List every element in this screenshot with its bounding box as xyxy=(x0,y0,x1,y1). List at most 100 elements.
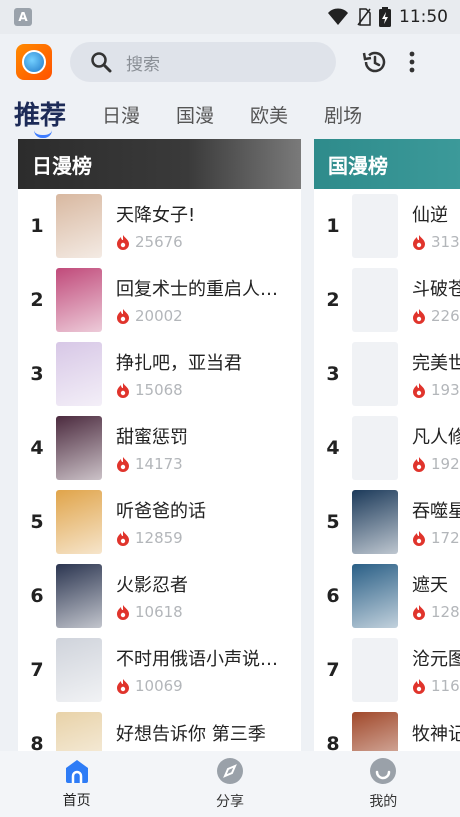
home-icon xyxy=(65,760,88,783)
list-item[interactable]: 4 甜蜜惩罚 14173 xyxy=(18,411,301,485)
cover-image[interactable] xyxy=(352,416,398,480)
list-item[interactable]: 2 回复术士的重启人… 20002 xyxy=(18,263,301,337)
list-item[interactable]: 3 完美世 193 xyxy=(314,337,460,411)
cover-image[interactable] xyxy=(56,638,102,702)
cover-image[interactable] xyxy=(352,194,398,258)
comic-title[interactable]: 火影忍者 xyxy=(116,571,291,597)
heat-value: 10069 xyxy=(135,677,183,695)
comic-title[interactable]: 牧神记 xyxy=(412,720,460,746)
cover-image[interactable] xyxy=(352,490,398,554)
list-item[interactable]: 7 不时用俄语小声说… 10069 xyxy=(18,633,301,707)
cover-image[interactable] xyxy=(56,490,102,554)
item-meta: 好想告诉你 第三季 xyxy=(116,720,291,751)
comic-title[interactable]: 天降女子! xyxy=(116,201,291,227)
rank-number: 5 xyxy=(30,511,44,533)
tab-japanese-comics[interactable]: 日漫 xyxy=(102,101,140,136)
wifi-icon xyxy=(328,8,348,25)
rank-number: 1 xyxy=(30,215,44,237)
cover-image[interactable] xyxy=(56,268,102,332)
search-icon xyxy=(91,52,112,73)
rank-number: 4 xyxy=(326,437,340,459)
cover-image[interactable] xyxy=(352,268,398,332)
comic-title[interactable]: 斗破苍 xyxy=(412,275,460,301)
list-item[interactable]: 1 仙逆 313 xyxy=(314,189,460,263)
comic-title[interactable]: 遮天 xyxy=(412,571,460,597)
tab-western-comics[interactable]: 欧美 xyxy=(250,101,288,136)
notification-app-icon: A xyxy=(14,8,32,26)
history-button[interactable] xyxy=(360,47,390,77)
comic-title[interactable]: 吞噬星 xyxy=(412,497,460,523)
ranking-rows: 1 仙逆 313 2 斗破苍 226 3 完美世 193 4 凡人修 192 5 吞噬星 172 6 遮天 128… xyxy=(314,189,460,751)
item-meta: 遮天 128 xyxy=(412,571,460,621)
flame-icon xyxy=(117,309,129,324)
item-meta: 火影忍者 10618 xyxy=(116,571,291,621)
rank-number: 6 xyxy=(326,585,340,607)
rank-number: 6 xyxy=(30,585,44,607)
list-item[interactable]: 1 天降女子! 25676 xyxy=(18,189,301,263)
list-item[interactable]: 5 吞噬星 172 xyxy=(314,485,460,559)
search-placeholder: 搜索 xyxy=(126,54,160,75)
japanese-ranking-header[interactable]: 日漫榜 xyxy=(18,139,301,189)
search-bar[interactable]: 搜索 xyxy=(70,42,336,82)
cover-image[interactable] xyxy=(56,712,102,751)
heat-count: 25676 xyxy=(116,233,291,251)
list-item[interactable]: 4 凡人修 192 xyxy=(314,411,460,485)
cover-image[interactable] xyxy=(56,416,102,480)
flame-icon xyxy=(413,531,425,546)
list-item[interactable]: 5 听爸爸的话 12859 xyxy=(18,485,301,559)
ranking-title: 国漫榜 xyxy=(328,153,388,178)
list-item[interactable]: 7 沧元图 116 xyxy=(314,633,460,707)
list-item[interactable]: 3 挣扎吧，亚当君 15068 xyxy=(18,337,301,411)
nav-home-label: 首页 xyxy=(62,793,91,809)
tab-chinese-comics[interactable]: 国漫 xyxy=(176,101,214,136)
japanese-ranking-card: 日漫榜 1 天降女子! 25676 2 回复术士的重启人… 20002 3 挣扎吧，亚当君 15… xyxy=(18,139,301,751)
cover-image[interactable] xyxy=(352,712,398,751)
cover-image[interactable] xyxy=(56,194,102,258)
comic-title[interactable]: 听爸爸的话 xyxy=(116,497,291,523)
cover-image[interactable] xyxy=(352,342,398,406)
comic-title[interactable]: 甜蜜惩罚 xyxy=(116,423,291,449)
list-item[interactable]: 6 火影忍者 10618 xyxy=(18,559,301,633)
tab-recommend[interactable]: 推荐 xyxy=(14,95,66,138)
status-right: 11:50 xyxy=(327,7,448,27)
status-time: 11:50 xyxy=(399,7,448,27)
heat-value: 12859 xyxy=(135,529,183,547)
comic-title[interactable]: 仙逆 xyxy=(412,201,460,227)
heat-count: 192 xyxy=(412,455,460,473)
cover-image[interactable] xyxy=(352,638,398,702)
heat-value: 14173 xyxy=(135,455,183,473)
heat-count: 226 xyxy=(412,307,460,325)
comic-title[interactable]: 凡人修 xyxy=(412,423,460,449)
heat-value: 20002 xyxy=(135,307,183,325)
list-item[interactable]: 8 好想告诉你 第三季 xyxy=(18,707,301,751)
flame-icon xyxy=(117,235,129,250)
list-item[interactable]: 2 斗破苍 226 xyxy=(314,263,460,337)
cover-image[interactable] xyxy=(56,342,102,406)
comic-title[interactable]: 回复术士的重启人… xyxy=(116,275,291,301)
tab-theater[interactable]: 剧场 xyxy=(324,101,362,136)
comic-title[interactable]: 好想告诉你 第三季 xyxy=(116,720,291,746)
more-vertical-icon xyxy=(409,51,415,73)
flame-icon xyxy=(413,605,425,620)
cover-image[interactable] xyxy=(352,564,398,628)
flame-icon xyxy=(117,383,129,398)
comic-title[interactable]: 挣扎吧，亚当君 xyxy=(116,349,291,375)
comic-title[interactable]: 沧元图 xyxy=(412,645,460,671)
heat-value: 172 xyxy=(431,529,460,547)
list-item[interactable]: 8 牧神记 xyxy=(314,707,460,751)
heat-count: 12859 xyxy=(116,529,291,547)
list-item[interactable]: 6 遮天 128 xyxy=(314,559,460,633)
nav-profile[interactable]: 我的 xyxy=(333,757,433,811)
app-logo[interactable] xyxy=(16,44,52,80)
heat-count: 128 xyxy=(412,603,460,621)
comic-title[interactable]: 不时用俄语小声说… xyxy=(116,645,291,671)
flame-icon xyxy=(413,235,425,250)
rank-number: 8 xyxy=(326,733,340,751)
heat-count: 20002 xyxy=(116,307,291,325)
comic-title[interactable]: 完美世 xyxy=(412,349,460,375)
more-menu-button[interactable] xyxy=(400,47,424,77)
nav-share[interactable]: 分享 xyxy=(180,757,280,811)
nav-home[interactable]: 首页 xyxy=(27,758,127,810)
chinese-ranking-header[interactable]: 国漫榜 xyxy=(314,139,460,189)
cover-image[interactable] xyxy=(56,564,102,628)
